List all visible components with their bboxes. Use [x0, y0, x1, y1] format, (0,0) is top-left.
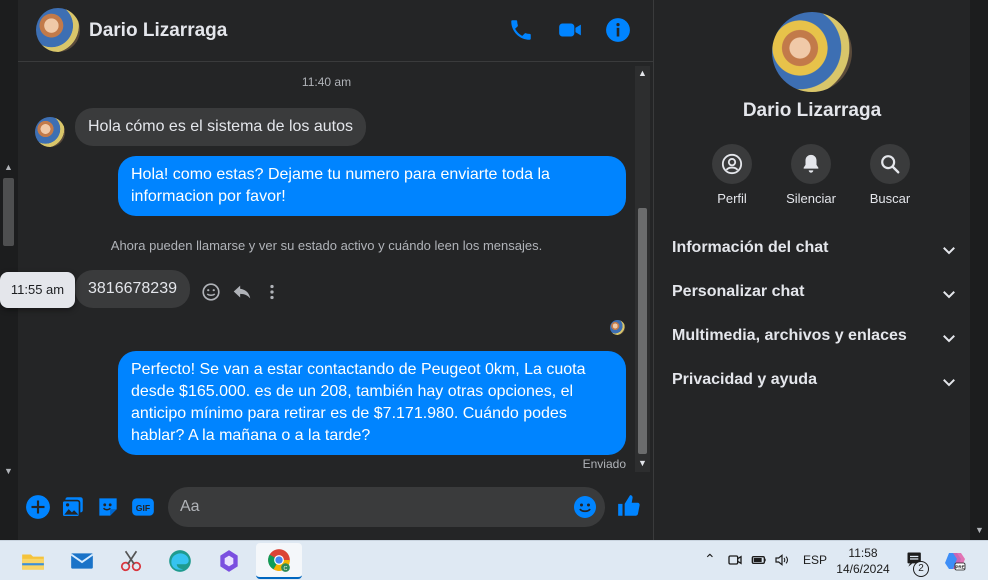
windows-taskbar: C ⌃ ESP 11:58 14/6/2024 2 PRE	[0, 540, 988, 580]
left-scrollbar[interactable]: ▲ ▼	[0, 0, 18, 540]
scroll-up-arrow-icon[interactable]: ▲	[638, 68, 647, 78]
info-icon[interactable]	[605, 17, 631, 43]
chevron-up-icon[interactable]: ⌃	[704, 551, 716, 568]
system-clock[interactable]: 11:58 14/6/2024	[830, 545, 896, 577]
chat-header: Dario Lizarraga	[18, 0, 653, 62]
section-privacy-help[interactable]: Privacidad y ayuda	[672, 363, 958, 399]
video-call-icon[interactable]	[557, 17, 583, 43]
clock-date: 14/6/2024	[836, 562, 890, 576]
message-list[interactable]: 11:40 am Hola cómo es el sistema de los …	[0, 62, 635, 476]
chat-details-panel: Dario Lizarraga Perfil Silenciar Buscar …	[654, 0, 970, 540]
react-emoji-icon[interactable]	[200, 281, 222, 303]
section-title: Información del chat	[672, 239, 829, 256]
search-label: Buscar	[869, 191, 911, 206]
message-composer: GIF	[18, 480, 653, 536]
meet-now-icon[interactable]	[727, 552, 743, 568]
sticker-icon[interactable]	[95, 494, 121, 520]
profile-button[interactable]	[712, 144, 752, 184]
edge-browser-icon[interactable]	[167, 548, 193, 574]
contact-avatar[interactable]	[36, 8, 80, 52]
language-indicator[interactable]: ESP	[803, 553, 827, 567]
left-scrollbar-thumb[interactable]	[3, 178, 14, 246]
right-scrollbar[interactable]: ▼	[970, 0, 988, 540]
section-title: Privacidad y ayuda	[672, 371, 817, 388]
sent-status: Enviado	[582, 457, 626, 471]
copilot-app-icon[interactable]	[216, 548, 242, 574]
section-media-files[interactable]: Multimedia, archivos y enlaces	[672, 319, 958, 355]
message-timestamp: 11:40 am	[301, 75, 352, 89]
chat-scrollbar-thumb[interactable]	[638, 208, 647, 454]
scroll-down-arrow-icon[interactable]: ▼	[975, 525, 984, 535]
contact-name[interactable]: Dario Lizarraga	[89, 20, 227, 42]
read-receipt-avatar	[610, 320, 625, 335]
incoming-message[interactable]: Hola cómo es el sistema de los autos	[75, 108, 367, 146]
message-input[interactable]	[180, 487, 560, 527]
plus-icon[interactable]	[25, 494, 51, 520]
notification-count-badge: 2	[913, 561, 929, 577]
phone-call-icon[interactable]	[508, 17, 534, 43]
time-tooltip: 11:55 am	[0, 272, 75, 308]
chevron-down-icon	[943, 247, 955, 255]
chat-scrollbar[interactable]: ▲ ▼	[635, 66, 650, 472]
search-action[interactable]: Buscar	[850, 144, 930, 206]
mute-button[interactable]	[791, 144, 831, 184]
emoji-icon[interactable]	[573, 495, 597, 519]
snipping-tool-icon[interactable]	[118, 548, 144, 574]
profile-avatar[interactable]	[772, 12, 852, 92]
scroll-up-arrow-icon[interactable]: ▲	[4, 162, 13, 172]
svg-text:PRE: PRE	[955, 565, 964, 570]
battery-icon[interactable]	[750, 552, 768, 568]
section-title: Multimedia, archivos y enlaces	[672, 327, 907, 344]
reply-icon[interactable]	[231, 281, 253, 303]
volume-icon[interactable]	[773, 552, 791, 568]
search-button[interactable]	[870, 144, 910, 184]
file-explorer-icon[interactable]	[20, 548, 46, 574]
outgoing-message[interactable]: Hola! como estas? Dejame tu numero para …	[118, 156, 626, 216]
section-chat-info[interactable]: Información del chat	[672, 231, 958, 267]
scroll-down-arrow-icon[interactable]: ▼	[638, 458, 647, 468]
profile-label: Perfil	[717, 191, 747, 206]
section-title: Personalizar chat	[672, 283, 805, 300]
chat-pane: Dario Lizarraga 11:40 am Hola cómo es el…	[0, 0, 653, 540]
mail-icon[interactable]	[69, 548, 95, 574]
scroll-down-arrow-icon[interactable]: ▼	[4, 466, 13, 476]
svg-text:GIF: GIF	[136, 503, 150, 513]
sender-avatar[interactable]	[35, 117, 65, 147]
chevron-down-icon	[943, 291, 955, 299]
user-icon	[721, 153, 743, 175]
mute-action[interactable]: Silenciar	[771, 144, 851, 206]
message-input-container[interactable]	[168, 487, 605, 527]
section-customize-chat[interactable]: Personalizar chat	[672, 275, 958, 311]
incoming-message[interactable]: 3816678239	[75, 270, 190, 308]
more-options-icon[interactable]	[261, 281, 283, 303]
svg-text:C: C	[284, 566, 288, 572]
chevron-down-icon	[943, 335, 955, 343]
bell-icon	[803, 154, 819, 173]
chrome-icon: C	[268, 549, 290, 572]
outgoing-message[interactable]: Perfecto! Se van a estar contactando de …	[118, 351, 626, 455]
copilot-icon[interactable]: PRE	[943, 549, 967, 573]
search-icon	[881, 155, 900, 174]
messenger-window: ▲ ▼ Dario Lizarraga 11:40 am Hola cómo e…	[0, 0, 988, 540]
thumbs-up-icon[interactable]	[616, 493, 642, 519]
chrome-taskbar-item-active[interactable]: C	[256, 543, 302, 579]
profile-action[interactable]: Perfil	[692, 144, 772, 206]
gallery-icon[interactable]	[60, 494, 86, 520]
chevron-down-icon	[943, 379, 955, 387]
mute-label: Silenciar	[786, 191, 836, 206]
profile-name: Dario Lizarraga	[742, 100, 882, 121]
gif-icon[interactable]: GIF	[130, 494, 156, 520]
system-notice: Ahora pueden llamarse y ver su estado ac…	[110, 238, 543, 253]
clock-time: 11:58	[848, 546, 878, 560]
